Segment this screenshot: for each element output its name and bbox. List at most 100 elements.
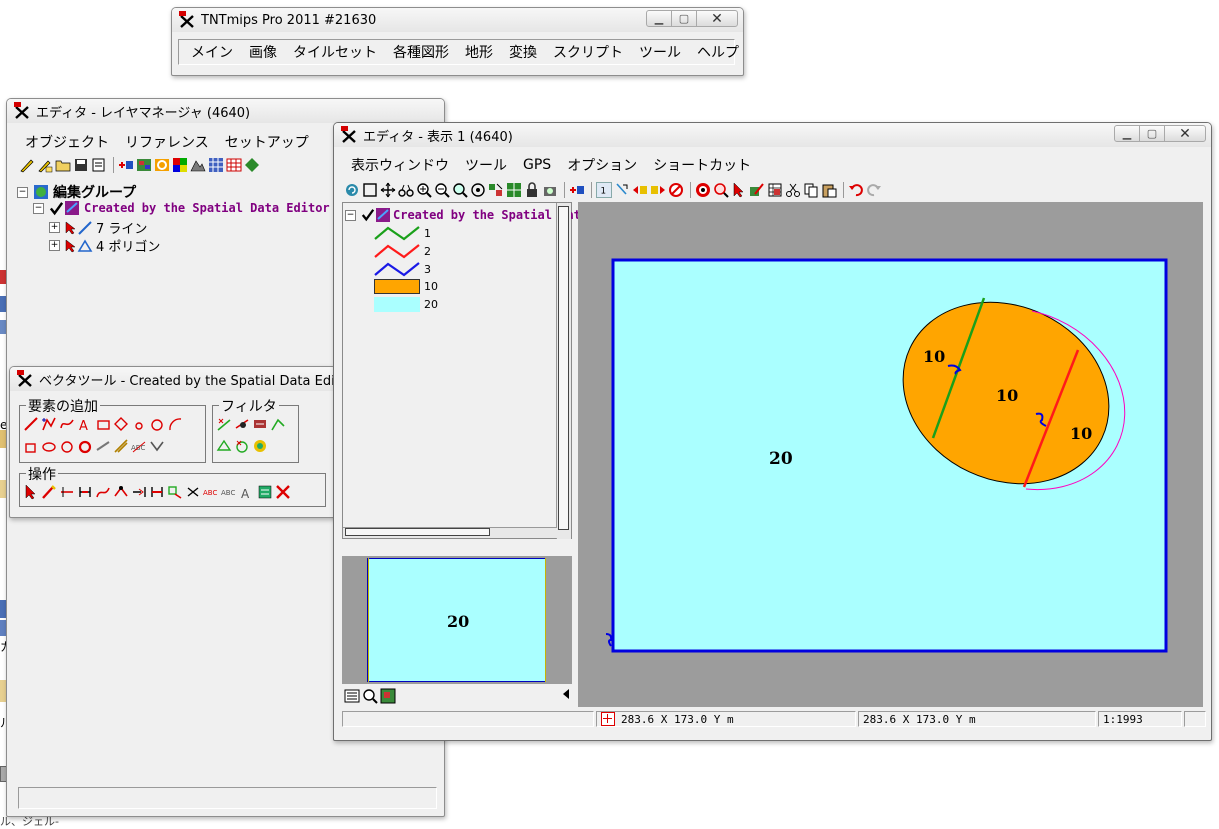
expand-toggle[interactable]: +	[49, 222, 60, 233]
cancel-draw-icon[interactable]	[668, 182, 684, 198]
filter-target-icon[interactable]	[252, 438, 268, 454]
legend-hscrollbar[interactable]	[343, 527, 557, 538]
label-abc-icon[interactable]: ABC	[203, 484, 219, 500]
next-view-icon[interactable]	[650, 182, 666, 198]
add-segment-icon[interactable]	[95, 438, 111, 454]
legend-hscroll-thumb[interactable]	[345, 528, 490, 536]
select-arrow-icon[interactable]	[65, 238, 77, 253]
legend-scroll-thumb[interactable]	[558, 206, 569, 530]
layer-manager-titlebar[interactable]: エディタ - レイヤマネージャ (4640)	[7, 99, 444, 123]
target-icon[interactable]	[695, 182, 711, 198]
zoom-box-icon[interactable]	[452, 182, 468, 198]
menu-script[interactable]: スクリプト	[553, 42, 623, 62]
zoom-out-icon[interactable]	[434, 182, 450, 198]
menu-terrain[interactable]: 地形	[465, 42, 493, 62]
add-polygon-icon[interactable]	[113, 416, 129, 432]
add-line-icon[interactable]	[23, 416, 39, 432]
close-button[interactable]: ✕	[696, 10, 738, 27]
add-polyline-icon[interactable]	[41, 416, 57, 432]
menu-display-window[interactable]: 表示ウィンドウ	[351, 155, 449, 175]
select-arrow-icon[interactable]	[731, 182, 747, 198]
move-vertex-icon[interactable]	[113, 484, 129, 500]
filter-island-icon[interactable]	[234, 438, 250, 454]
overview-pane[interactable]: 20	[342, 556, 572, 684]
zoom-1x-icon[interactable]	[470, 182, 486, 198]
raster-layer-icon[interactable]	[136, 157, 152, 173]
pencil-new-icon[interactable]	[37, 157, 53, 173]
grid-layer-icon[interactable]	[208, 157, 224, 173]
maximize-button[interactable]: ▢	[671, 10, 697, 27]
legend-vscrollbar[interactable]	[556, 203, 571, 539]
add-label-icon[interactable]: ABC	[131, 438, 147, 454]
redraw-icon[interactable]	[344, 182, 360, 198]
previous-view-icon[interactable]	[632, 182, 648, 198]
select-arrow-icon[interactable]	[65, 220, 77, 235]
close-button[interactable]: ✕	[1164, 125, 1206, 142]
undo-icon[interactable]	[848, 182, 864, 198]
menu-object[interactable]: オブジェクト	[25, 132, 109, 152]
pan-icon[interactable]	[380, 182, 396, 198]
search-icon[interactable]	[713, 182, 729, 198]
pointer-select-icon[interactable]	[614, 182, 630, 198]
menu-main[interactable]: メイン	[191, 42, 233, 62]
add-circle-icon[interactable]	[149, 416, 165, 432]
page-one-icon[interactable]: 1	[596, 182, 612, 198]
display-window-titlebar[interactable]: エディタ - 表示 1 (4640) ▁ ▢ ✕	[334, 123, 1211, 147]
list-view-icon[interactable]	[344, 688, 360, 704]
save-as-icon[interactable]	[91, 157, 107, 173]
terrain-layer-icon[interactable]	[190, 157, 206, 173]
open-folder-icon[interactable]	[55, 157, 71, 173]
collapse-toggle[interactable]: −	[17, 186, 28, 198]
join-line-icon[interactable]	[77, 484, 93, 500]
label-place-icon[interactable]: A	[239, 484, 255, 500]
minimize-button[interactable]: ▁	[1114, 125, 1140, 142]
color-layer-icon[interactable]	[172, 157, 188, 173]
zoom-in-icon[interactable]	[416, 182, 432, 198]
tree-row-object[interactable]: − Created by the Spatial Data Editor	[33, 200, 330, 216]
attribute-table-icon[interactable]	[767, 182, 783, 198]
add-rect-node-icon[interactable]	[23, 438, 39, 454]
delete-element-icon[interactable]	[275, 484, 291, 500]
filter-merge-icon[interactable]	[252, 416, 268, 432]
add-blob-icon[interactable]	[77, 438, 93, 454]
main-window-titlebar[interactable]: TNTmips Pro 2011 #21630 ▁ ▢ ✕	[172, 8, 743, 32]
add-layer-icon[interactable]	[118, 157, 134, 173]
collapse-toggle[interactable]: −	[33, 202, 44, 214]
add-vertex-icon[interactable]	[149, 438, 165, 454]
filter-snap-icon[interactable]	[234, 416, 250, 432]
gps-icon[interactable]	[542, 182, 558, 198]
redo-icon[interactable]	[866, 182, 882, 198]
filter-simplify-icon[interactable]	[270, 416, 286, 432]
menu-options[interactable]: オプション	[567, 155, 637, 175]
add-rectangle-icon[interactable]	[95, 416, 111, 432]
add-multi-line-icon[interactable]	[113, 438, 129, 454]
magnifier-icon[interactable]	[362, 688, 378, 704]
menu-setup[interactable]: セットアップ	[225, 132, 309, 152]
tree-row-group[interactable]: − 編集グループ	[17, 182, 136, 202]
split-line-icon[interactable]	[59, 484, 75, 500]
label-edit-icon[interactable]: ABC	[221, 484, 237, 500]
extend-line-icon[interactable]	[131, 484, 147, 500]
edit-brush-icon[interactable]	[41, 484, 57, 500]
add-arc-icon[interactable]	[167, 416, 183, 432]
save-icon[interactable]	[73, 157, 89, 173]
pencil-icon[interactable]	[19, 157, 35, 173]
menu-help[interactable]: ヘルプ	[697, 42, 739, 62]
add-layer-icon[interactable]	[569, 182, 585, 198]
menu-gps[interactable]: GPS	[523, 157, 551, 173]
vector-tools-titlebar[interactable]: ベクタツール - Created by the Spatial Data Edi…	[10, 367, 336, 391]
menu-image[interactable]: 画像	[249, 42, 277, 62]
visible-check-icon[interactable]	[361, 208, 375, 222]
expand-toggle[interactable]: +	[49, 240, 60, 251]
menu-reference[interactable]: リファレンス	[125, 132, 209, 152]
menu-geometric[interactable]: 各種図形	[393, 42, 449, 62]
add-text-icon[interactable]: A	[77, 416, 93, 432]
lock-view-icon[interactable]	[524, 182, 540, 198]
menu-tools[interactable]: ツール	[639, 42, 681, 62]
visible-check-icon[interactable]	[49, 201, 64, 216]
binoculars-icon[interactable]	[398, 182, 414, 198]
edit-element-icon[interactable]	[749, 182, 765, 198]
paste-icon[interactable]	[821, 182, 837, 198]
add-ring-icon[interactable]	[59, 438, 75, 454]
minimize-button[interactable]: ▁	[646, 10, 672, 27]
